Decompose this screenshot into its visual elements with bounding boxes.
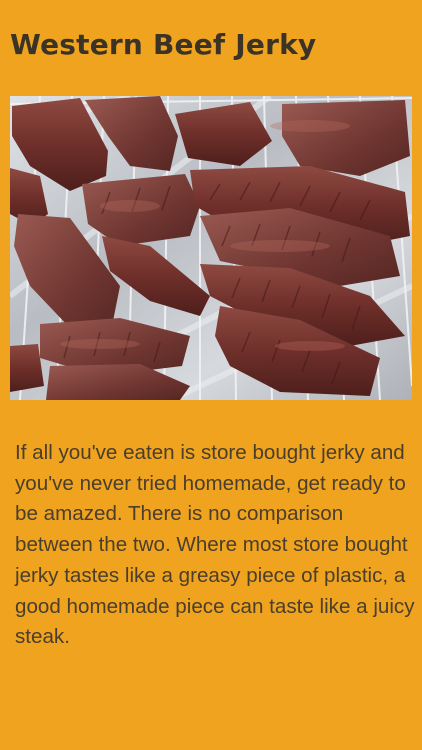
page-title: Western Beef Jerky	[10, 28, 317, 61]
jerky-photo	[10, 96, 412, 400]
article-paragraph: If all you've eaten is store bought jerk…	[15, 441, 415, 649]
